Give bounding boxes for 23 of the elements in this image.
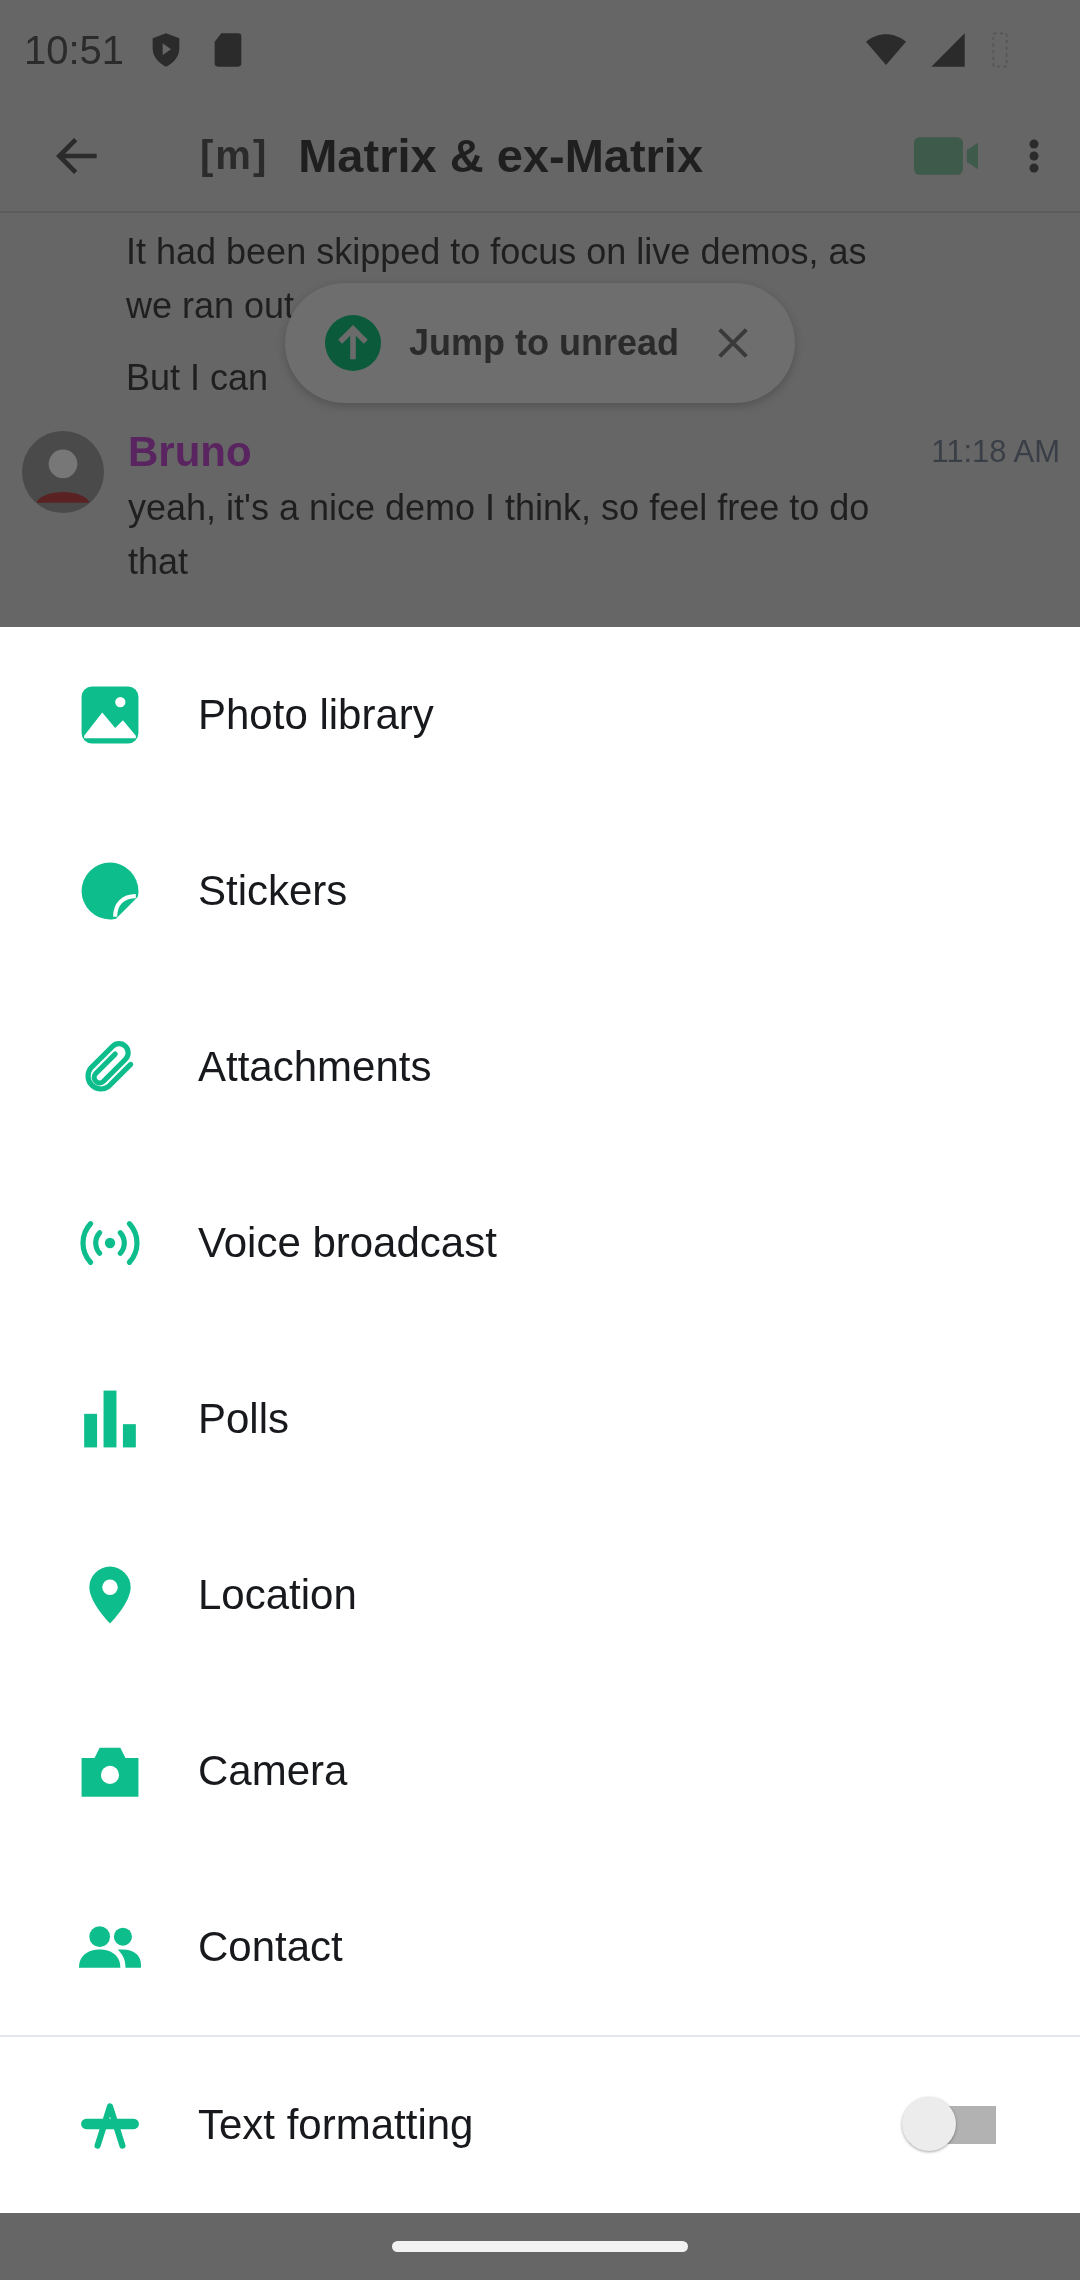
toggle-label: Text formatting: [198, 2101, 474, 2149]
sender-name: Bruno: [128, 428, 252, 476]
signal-icon: [928, 30, 968, 70]
status-time: 10:51: [24, 27, 125, 73]
sheet-item[interactable]: Voice broadcast: [0, 1155, 1080, 1331]
sheet-item[interactable]: Camera: [0, 1683, 1080, 1859]
sheet-item[interactable]: Contact: [0, 1859, 1080, 2035]
sheet-item[interactable]: Location: [0, 1507, 1080, 1683]
sheet-item[interactable]: Attachments: [0, 979, 1080, 1155]
sheet-item[interactable]: Photo library: [0, 627, 1080, 803]
message-text: that: [128, 540, 189, 584]
sheet-item[interactable]: Polls: [0, 1331, 1080, 1507]
image-icon: [79, 684, 141, 746]
gesture-handle[interactable]: [392, 2241, 688, 2252]
sheet-item[interactable]: Stickers: [0, 803, 1080, 979]
pill-label: Jump to unread: [409, 322, 680, 364]
sticker-icon: [79, 860, 141, 922]
room-title: Matrix & ex-Matrix: [298, 128, 704, 183]
message-text: It had been skipped to focus on live demos, as: [126, 230, 867, 274]
message-text: yeah, it's a nice demo I think, so feel free to do: [128, 486, 870, 530]
room-avatar: [m]: [200, 133, 269, 178]
message-text: But I can: [126, 356, 269, 400]
arrow-up-icon: [325, 315, 381, 371]
